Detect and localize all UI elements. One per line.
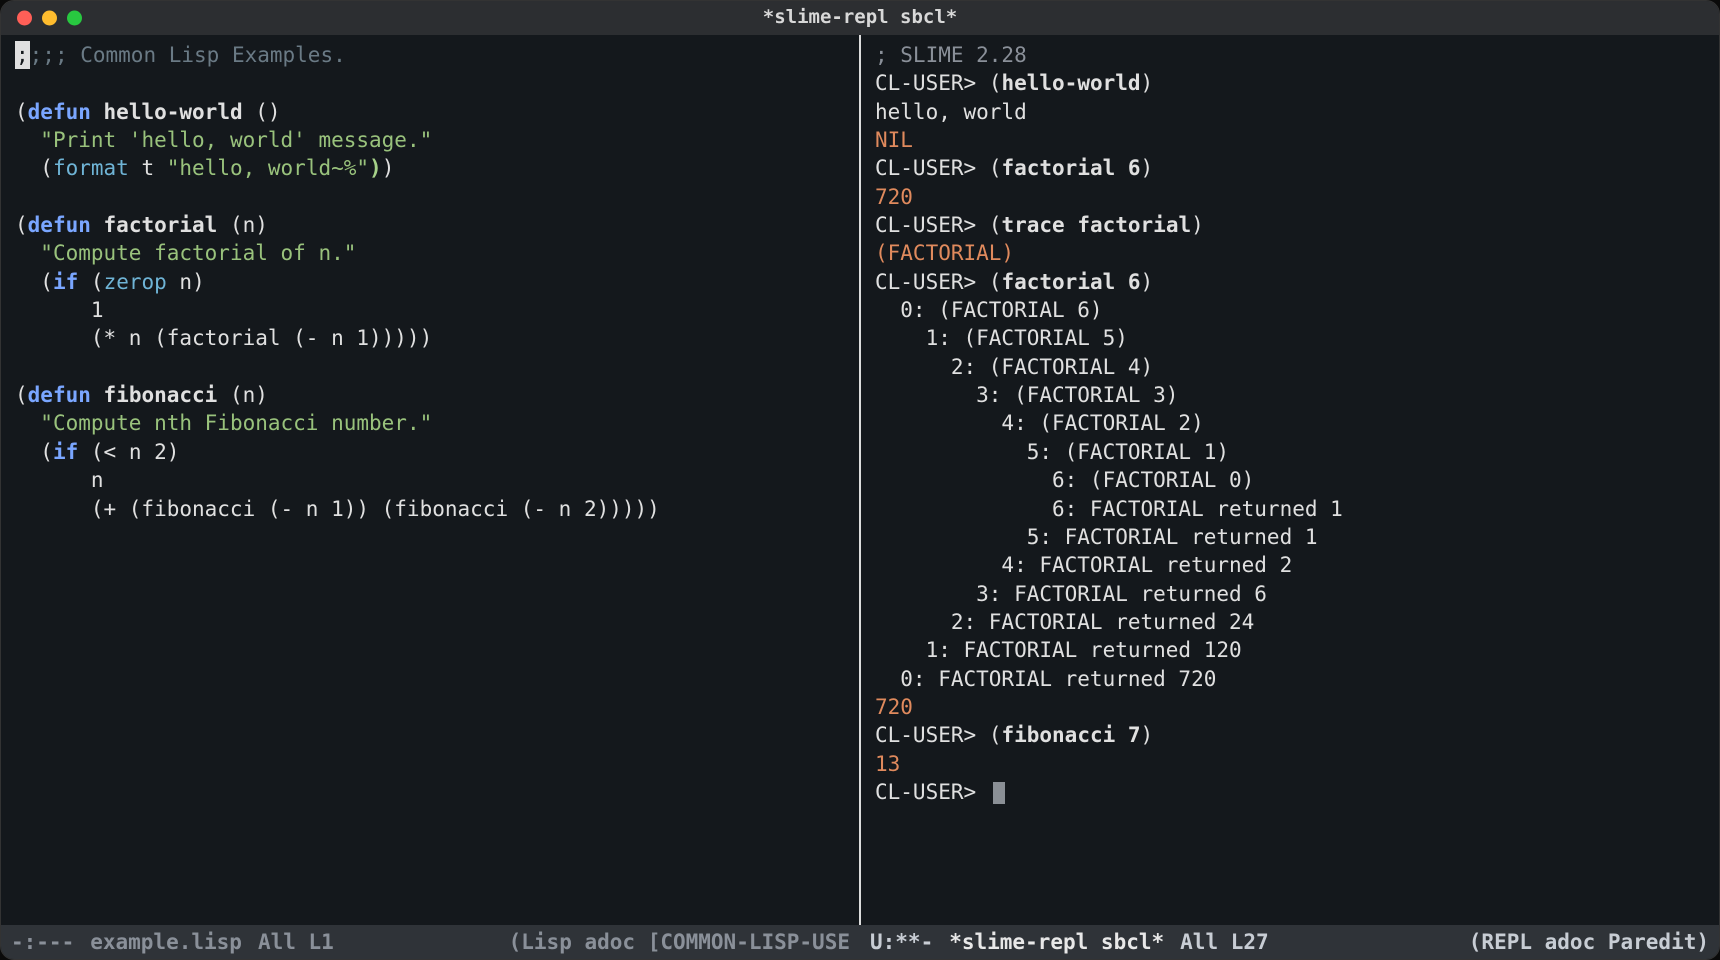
modelines: -:--- example.lisp All L1 (Lisp adoc [CO… <box>1 925 1719 959</box>
if-keyword: if <box>53 270 78 294</box>
buffer-status: -:--- <box>11 928 74 956</box>
repl-prompt: CL-USER> <box>875 213 976 237</box>
fn-args-factorial: (n) <box>230 213 268 237</box>
major-mode: (REPL adoc Paredit) <box>1469 928 1709 956</box>
repl-output-line: 1: (FACTORIAL 5) <box>875 326 1128 350</box>
repl-output-line: 3: FACTORIAL returned 6 <box>875 582 1267 606</box>
fn-name-factorial: factorial <box>104 213 218 237</box>
repl-prompt: CL-USER> <box>875 723 976 747</box>
else-branch: (* n (factorial (- n 1))))) <box>91 326 432 350</box>
defun-keyword: defun <box>28 213 91 237</box>
window-titlebar: *slime-repl sbcl* <box>1 1 1719 35</box>
editor-panes: ;;;; Common Lisp Examples. (defun hello-… <box>1 35 1719 925</box>
major-mode: (Lisp adoc [COMMON-LISP-USE <box>509 928 850 956</box>
repl-prompt: CL-USER> <box>875 780 976 804</box>
zerop-call: zerop <box>104 270 167 294</box>
repl-output-line: 6: FACTORIAL returned 1 <box>875 497 1343 521</box>
docstring-factorial: "Compute factorial of n." <box>40 241 356 265</box>
repl-input: (factorial 6) <box>989 156 1153 180</box>
buffer-position: All L27 <box>1180 928 1269 956</box>
format-string: "hello, world~%" <box>167 156 369 180</box>
window-title: *slime-repl sbcl* <box>1 5 1719 31</box>
repl-result: NIL <box>875 128 913 152</box>
repl-output-line: 1: FACTORIAL returned 120 <box>875 638 1242 662</box>
buffer-filename: *slime-repl sbcl* <box>949 928 1164 956</box>
buffer-filename: example.lisp <box>90 928 242 956</box>
fib-else: (+ (fibonacci (- n 1)) (fibonacci (- n 2… <box>91 497 660 521</box>
repl-result: 720 <box>875 695 913 719</box>
repl-output-line: 4: FACTORIAL returned 2 <box>875 553 1292 577</box>
point-cursor: ; <box>15 41 30 69</box>
repl-result: 13 <box>875 752 900 776</box>
then-branch: 1 <box>91 298 104 322</box>
emacs-window: *slime-repl sbcl* ;;;; Common Lisp Examp… <box>0 0 1720 960</box>
repl-output-line: 2: FACTORIAL returned 24 <box>875 610 1254 634</box>
fib-then: n <box>91 468 104 492</box>
repl-input: (trace factorial) <box>989 213 1204 237</box>
repl-result: (FACTORIAL) <box>875 241 1014 265</box>
zerop-arg: n <box>167 270 192 294</box>
repl-output-line: 0: FACTORIAL returned 720 <box>875 667 1216 691</box>
format-args: t <box>129 156 167 180</box>
repl-output-line: 4: (FACTORIAL 2) <box>875 411 1204 435</box>
modeline-right[interactable]: U:**- *slime-repl sbcl* All L27 (REPL ad… <box>860 925 1719 959</box>
docstring-hello: "Print 'hello, world' message." <box>40 128 432 152</box>
fib-pred: (< n 2) <box>91 440 180 464</box>
repl-prompt: CL-USER> <box>875 156 976 180</box>
repl-output-line: 3: (FACTORIAL 3) <box>875 383 1178 407</box>
repl-input: (factorial 6) <box>989 270 1153 294</box>
source-buffer[interactable]: ;;;; Common Lisp Examples. (defun hello-… <box>1 35 861 925</box>
buffer-position: All L1 <box>258 928 334 956</box>
defun-keyword: defun <box>28 383 91 407</box>
repl-output-line: 2: (FACTORIAL 4) <box>875 355 1153 379</box>
file-comment: ;;; Common Lisp Examples. <box>30 43 346 67</box>
if-keyword: if <box>53 440 78 464</box>
repl-result: 720 <box>875 185 913 209</box>
repl-prompt: CL-USER> <box>875 71 976 95</box>
defun-keyword: defun <box>28 100 91 124</box>
zoom-icon[interactable] <box>67 11 82 26</box>
traffic-lights <box>17 11 82 26</box>
fn-args-hello: () <box>255 100 280 124</box>
repl-input: (fibonacci 7) <box>989 723 1153 747</box>
repl-buffer[interactable]: ; SLIME 2.28 CL-USER> (hello-world) hell… <box>861 35 1719 925</box>
repl-output-line: 5: (FACTORIAL 1) <box>875 440 1229 464</box>
repl-output-line: 6: (FACTORIAL 0) <box>875 468 1254 492</box>
repl-input: (hello-world) <box>989 71 1153 95</box>
repl-output-line: 0: (FACTORIAL 6) <box>875 298 1103 322</box>
close-icon[interactable] <box>17 11 32 26</box>
slime-banner: ; SLIME 2.28 <box>875 43 1027 67</box>
repl-prompt: CL-USER> <box>875 270 976 294</box>
format-call: format <box>53 156 129 180</box>
buffer-status: U:**- <box>870 928 933 956</box>
fn-args-fibonacci: (n) <box>230 383 268 407</box>
minimize-icon[interactable] <box>42 11 57 26</box>
fn-name-fibonacci: fibonacci <box>104 383 218 407</box>
fn-name-hello: hello-world <box>104 100 243 124</box>
repl-cursor <box>993 782 1005 804</box>
docstring-fibonacci: "Compute nth Fibonacci number." <box>40 411 432 435</box>
repl-output-line: hello, world <box>875 100 1027 124</box>
repl-output-line: 5: FACTORIAL returned 1 <box>875 525 1318 549</box>
modeline-left[interactable]: -:--- example.lisp All L1 (Lisp adoc [CO… <box>1 925 860 959</box>
